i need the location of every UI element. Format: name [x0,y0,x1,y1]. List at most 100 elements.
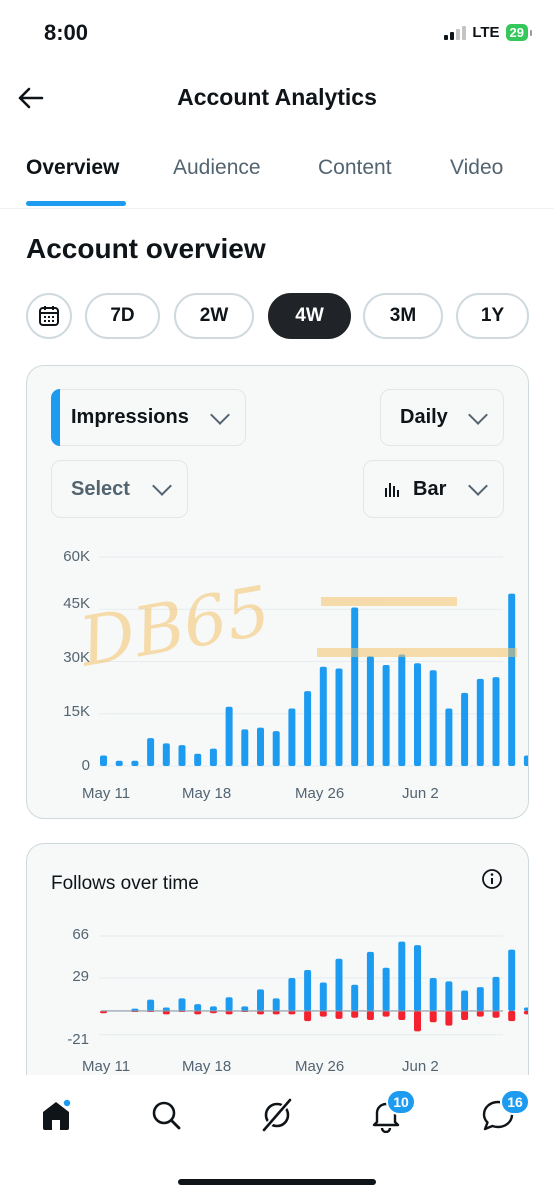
follows-card: Follows over time 66 29 -21 May 11 May 1… [26,843,529,1084]
follows-bar [194,1004,202,1011]
signal-icon [444,25,467,40]
range-3m-button[interactable]: 3M [363,293,443,339]
unfollows-bar [304,1010,312,1022]
watermark-stroke [317,648,517,657]
impressions-bar [492,677,500,766]
follows-bar [351,984,359,1011]
range-2w-button[interactable]: 2W [174,293,254,339]
follows-bar [508,949,516,1011]
search-icon[interactable] [148,1097,184,1133]
unfollows-bar [351,1010,359,1018]
range-1y-button[interactable]: 1Y [456,293,529,339]
follows-bar [304,970,312,1011]
follows-bar [147,999,155,1011]
impressions-bar [335,668,343,766]
unfollows-bar [523,1010,528,1015]
x-tick-label: Jun 2 [402,1058,439,1075]
impressions-bar [178,745,186,766]
follows-bar [414,945,421,1011]
x-tick-label: May 11 [82,1058,131,1075]
impressions-bar [225,706,233,766]
follows-bar [178,998,186,1011]
watermark-stroke [321,597,457,606]
unfollows-bar [319,1010,327,1017]
unfollows-bar [398,1010,406,1020]
home-indicator [178,1179,376,1185]
follows-bar [476,987,484,1011]
follows-bar [288,978,296,1011]
impressions-bar [241,729,249,766]
impressions-bar [414,663,421,766]
follows-bar [523,1007,528,1011]
impressions-bar [382,664,390,766]
follows-bar [209,1006,217,1011]
x-tick-label: May 26 [295,785,345,802]
battery-icon: 29 [505,24,533,41]
impressions-bar [194,753,202,766]
impressions-bar [366,656,374,766]
follows-bar [241,1006,249,1011]
impressions-bar [162,743,170,766]
follows-bar [445,981,453,1011]
unfollows-bar [366,1010,374,1020]
follows-bar [319,982,327,1011]
grok-icon[interactable] [259,1097,295,1133]
unfollows-bar [414,1010,421,1032]
watermark-scribble: DB65 [72,572,517,683]
impressions-bar [272,731,280,766]
home-icon[interactable] [38,1097,74,1133]
range-4w-button[interactable]: 4W [268,293,351,339]
impressions-bar [523,755,528,766]
x-tick-label: Jun 2 [402,785,439,802]
follows-bar [382,967,390,1011]
impressions-bar [319,666,327,766]
unfollows-bar [461,1010,469,1020]
impressions-bar [115,760,123,766]
x-tick-label: May 11 [82,785,131,802]
impressions-bar [257,727,264,766]
watermark-text: DB65 [72,572,276,683]
unfollows-bar [335,1010,343,1019]
tab-audience[interactable]: Audience [173,156,261,180]
unfollows-bar [476,1010,484,1017]
follows-chart [99,935,528,1036]
impressions-bar [445,708,453,766]
follows-bar [429,978,437,1011]
x-tick-label: May 26 [295,1058,345,1075]
x-tick-label: May 18 [182,1058,232,1075]
status-time: 8:00 [44,20,89,45]
impressions-bar [100,755,107,766]
unfollows-bar [445,1010,453,1026]
x-tick-label: May 18 [182,785,232,802]
follows-bar [461,990,469,1011]
tab-content[interactable]: Content [318,156,392,180]
unfollows-bar [492,1010,500,1018]
follows-bar [335,958,343,1011]
range-7d-button[interactable]: 7D [85,293,160,339]
impressions-bar [288,708,296,766]
follows-bar [366,951,374,1011]
tab-video[interactable]: Video [450,156,503,180]
unfollows-bar [429,1010,437,1023]
impressions-bar [351,607,359,766]
calendar-icon [39,306,59,326]
messages-badge: 16 [500,1089,530,1115]
impressions-bar [398,654,406,766]
page-title: Account Analytics [177,84,377,110]
follows-bar [272,998,280,1011]
impressions-bar [131,760,139,766]
impressions-card: Impressions Daily Select Bar 60K 45K 30K… [26,365,529,819]
calendar-button[interactable] [26,293,72,339]
section-title: Account overview [26,233,266,264]
follows-bar [492,976,500,1011]
impressions-bar [476,678,484,766]
unfollows-bar [508,1010,516,1022]
follows-bar [257,989,264,1011]
follows-bar [225,997,233,1011]
tab-overview[interactable]: Overview [26,156,119,180]
impressions-chart: DB65 [72,556,528,767]
impressions-bar [304,691,312,766]
impressions-bar [209,748,217,766]
impressions-bar [147,738,155,766]
impressions-bar [461,692,469,766]
